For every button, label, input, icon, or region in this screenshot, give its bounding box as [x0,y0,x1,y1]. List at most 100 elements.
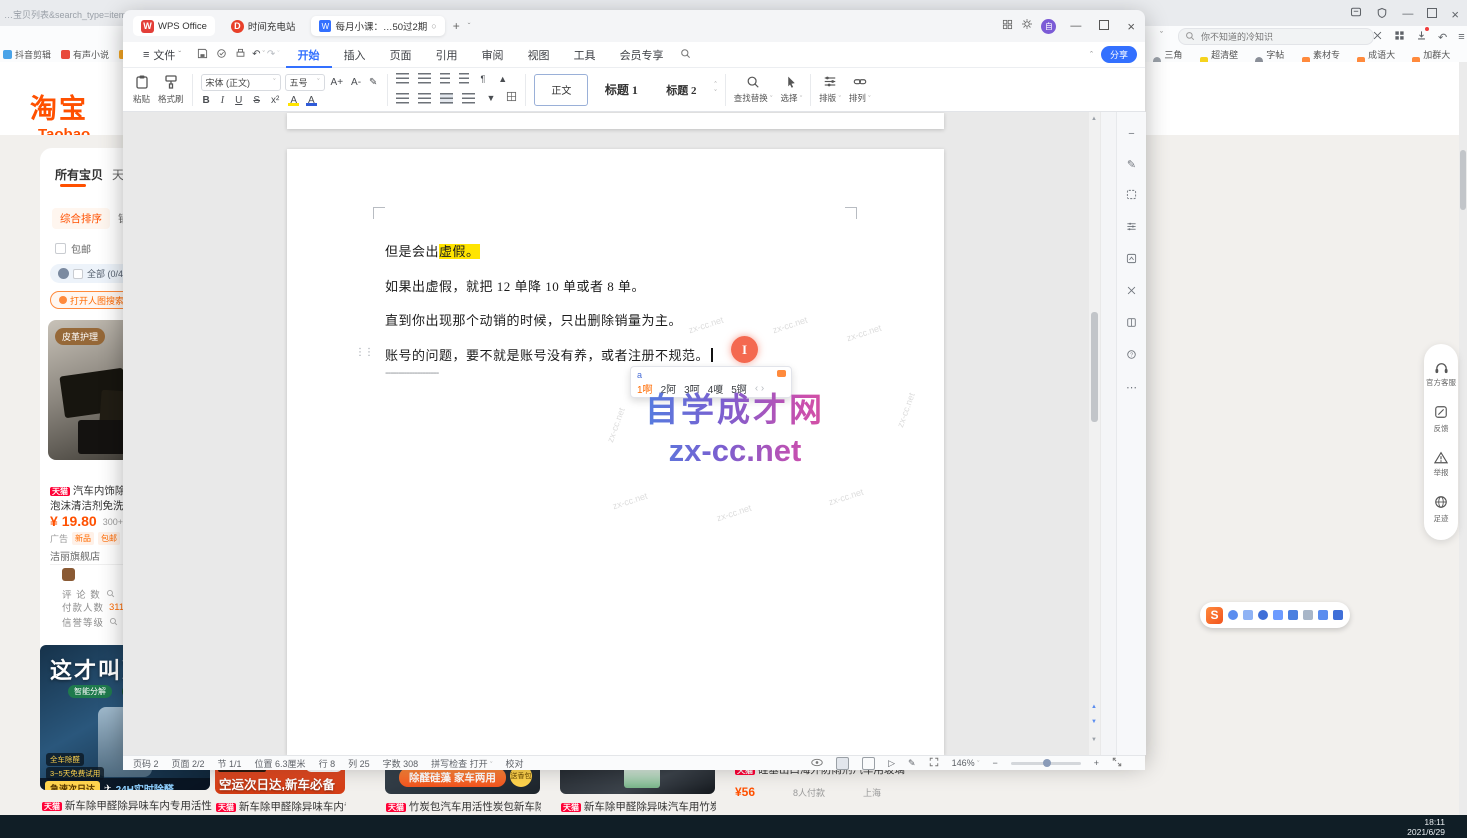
wps-doc-tab-active[interactable]: W 每月小课：…50过2期 ○ [311,16,444,36]
zoom-in-button[interactable]: + [1094,758,1099,768]
tab-home[interactable]: 开始 [286,42,332,68]
line-spacing-icon[interactable]: ▲ [496,74,509,84]
bold-button[interactable]: B [201,95,212,106]
wps-home-tab[interactable]: W WPS Office [133,16,215,36]
decrease-indent-icon[interactable] [440,73,450,84]
tab-tools[interactable]: 工具 [562,42,608,68]
seller-plugin-icon[interactable] [62,568,75,581]
align-right-icon[interactable] [462,93,475,104]
tab-list-caret-icon[interactable]: ˇ [468,22,471,31]
capture-app-logo[interactable]: S [1206,607,1223,624]
store-name[interactable]: 洁丽旗舰店 [50,548,100,563]
format-painter-button[interactable]: 格式刷 [158,74,184,106]
search-input[interactable] [1199,31,1353,43]
tab-references[interactable]: 引用 [424,42,470,68]
shrink-font-button[interactable]: A- [349,77,363,88]
wps-doc-tab[interactable]: D 时间充电站 [223,16,304,36]
strikethrough-button[interactable]: S [251,95,262,106]
font-size-select[interactable]: 五号ˇ [285,74,325,91]
align-left-icon[interactable] [396,93,409,104]
tab-review[interactable]: 审阅 [470,42,516,68]
browser-maximize-button[interactable] [1427,8,1437,21]
footprint-button[interactable]: 足迹 [1434,495,1449,524]
document-scrollbar[interactable]: ▲ ▲ ▼ ▼ [1089,112,1100,755]
paragraph[interactable]: 账号的问题，要不就是账号没有养，或者注册不规范。 [385,345,713,364]
browser-scrollbar[interactable] [1459,62,1467,815]
apps-grid-icon[interactable] [1394,29,1405,45]
signature-icon[interactable] [1117,253,1146,267]
save-icon[interactable] [197,47,208,63]
arrange-button[interactable]: 排列 ˇ [849,75,871,104]
download-icon[interactable] [1416,29,1427,45]
browser-close-button[interactable]: × [1451,7,1459,22]
lookup-icon[interactable] [109,614,118,630]
align-justify-icon[interactable] [440,93,453,104]
next-page-icon[interactable]: ▼ [1091,719,1097,725]
capture-tool-icon[interactable] [1273,610,1283,620]
customer-service-button[interactable]: 官方客服 [1426,361,1456,389]
scrollbar-thumb[interactable] [1091,312,1098,422]
tab-insert[interactable]: 插入 [332,42,378,68]
find-replace-button[interactable]: 查找替换 ˇ [734,75,773,105]
taskbar-clock[interactable]: 18:11 2021/6/29 [1407,817,1445,837]
bullet-list-icon[interactable] [396,73,409,84]
zoom-out-button[interactable]: − [992,758,997,768]
ime-keyboard-icon[interactable] [777,370,786,377]
select-tool-icon[interactable] [1117,189,1146,203]
undo-icon[interactable]: ↶ [250,49,262,60]
product-title[interactable]: 天猫 新车除甲醛除异味车内专用活性炭 [42,798,212,813]
grow-font-button[interactable]: A+ [329,77,346,88]
select-button[interactable]: 选择 ˇ [780,75,802,104]
numbered-list-icon[interactable] [418,73,431,84]
style-body[interactable]: 正文 [534,74,588,106]
outline-view-icon[interactable] [862,757,875,770]
help-icon[interactable]: ? [1117,349,1146,363]
print-icon[interactable] [235,47,246,63]
free-shipping-filter[interactable]: 包邮 [55,241,91,256]
image-search-pill[interactable]: 打开人图搜索 [50,291,133,309]
status-proofread[interactable]: 校对 [506,757,524,770]
capture-tool-icon[interactable] [1228,610,1238,620]
wps-minimize-button[interactable]: — [1070,20,1081,32]
status-word-count[interactable]: 字数 308 [383,757,419,770]
style-heading2[interactable]: 标题 2 [654,74,708,106]
file-menu[interactable]: ≡文件ˇ [131,42,193,68]
text-effects-button[interactable]: ✎ [367,77,379,88]
paste-button[interactable]: 粘贴 [133,74,150,106]
browser-minimize-button[interactable]: — [1402,8,1413,20]
font-color-button[interactable]: A [306,95,317,106]
capture-tool-icon[interactable] [1303,610,1313,620]
paragraph-drag-handle[interactable]: ⋮⋮ [355,347,373,358]
underline-button[interactable]: U [233,95,244,106]
product-title[interactable]: 天猫 新车除甲醛除异味车内专用汽车载 [216,799,346,814]
page-view-icon[interactable] [836,757,849,770]
adjust-sliders-icon[interactable] [1117,221,1146,235]
wps-close-button[interactable]: × [1127,19,1135,34]
shading-icon[interactable]: ▼ [484,93,497,103]
typeset-button[interactable]: 排版 ˇ [819,75,841,104]
status-spellcheck[interactable]: 拼写检查 打开 ˇ [431,757,492,770]
product-title[interactable]: 天猫 新车除甲醛除异味汽车用竹炭包 [561,799,716,814]
bookmark-item[interactable]: 抖音剪辑 [3,48,51,61]
scroll-up-icon[interactable]: ▲ [1091,116,1097,122]
bookmark-item[interactable]: 有声小说 [61,48,109,61]
pen-mode-icon[interactable]: ✎ [908,758,916,769]
crop-icon[interactable] [1117,285,1146,299]
capture-tool-icon[interactable] [1258,610,1268,620]
fullscreen-icon[interactable] [1112,757,1122,769]
capture-tool-icon[interactable] [1288,610,1298,620]
fit-page-icon[interactable] [929,757,939,769]
reader-mode-icon[interactable] [1350,6,1362,22]
panel-collapse-handle[interactable]: − [1117,128,1146,140]
history-icon[interactable]: ↶ [1438,31,1447,44]
ribbon-search-icon[interactable] [680,47,691,63]
eye-protect-icon[interactable] [811,758,823,769]
user-avatar[interactable]: 自 [1041,19,1056,34]
previous-page-icon[interactable]: ▲ [1091,704,1097,710]
zoom-slider[interactable] [1011,762,1081,765]
browser-tab-title[interactable]: …宝贝列表&search_type=item [4,8,126,21]
windows-taskbar[interactable]: 18:11 2021/6/29 [0,815,1467,838]
font-name-select[interactable]: 宋体 (正文)ˇ [201,74,281,91]
more-icon[interactable]: ⋯ [1117,381,1146,394]
wps-maximize-button[interactable] [1099,18,1109,34]
